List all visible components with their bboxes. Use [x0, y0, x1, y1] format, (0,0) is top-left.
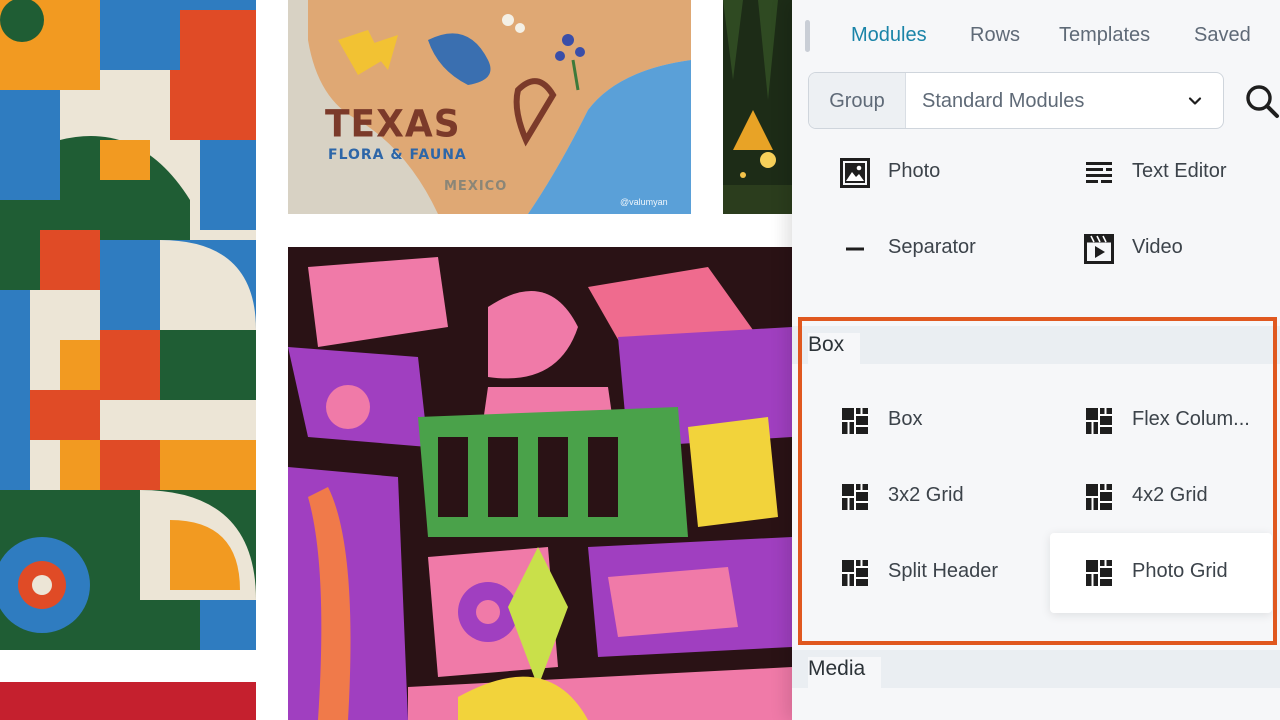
media-section-header: Media	[792, 650, 1280, 695]
module-photo[interactable]: Photo	[840, 158, 1060, 214]
tab-rows[interactable]: Rows	[970, 24, 1020, 47]
geometric-artwork-graphic	[0, 0, 256, 650]
texas-map-artwork-image[interactable]: TEXAS FLORA & FAUNA MEXICO @valumyan	[288, 0, 691, 214]
map-country-label: MEXICO	[444, 179, 508, 194]
map-credit: @valumyan	[620, 197, 668, 207]
text-editor-icon	[1086, 162, 1112, 183]
group-select[interactable]: Group Standard Modules	[808, 72, 1224, 129]
module-text-editor[interactable]: Text Editor	[1084, 158, 1280, 214]
campfire-graphic	[723, 0, 792, 214]
modules-panel: Modules Rows Templates Saved Group Stand…	[792, 0, 1280, 720]
separator-icon	[846, 247, 864, 251]
campfire-artwork-image[interactable]	[723, 0, 792, 214]
box-section-highlight	[798, 317, 1277, 645]
tab-saved[interactable]: Saved	[1194, 24, 1251, 47]
video-icon	[1084, 234, 1114, 264]
search-icon[interactable]	[1244, 82, 1280, 122]
geometric-artwork-image[interactable]	[0, 0, 256, 650]
red-artwork-image[interactable]	[0, 682, 256, 720]
group-select-value: Standard Modules	[922, 90, 1085, 112]
group-select-label: Group	[809, 73, 906, 128]
colorful-poster-artwork-image[interactable]	[288, 247, 792, 720]
tab-modules[interactable]: Modules	[851, 24, 927, 47]
map-title: TEXAS	[325, 102, 461, 147]
module-label: Text Editor	[1132, 160, 1227, 182]
module-label: Separator	[888, 236, 976, 258]
module-label: Video	[1132, 236, 1183, 258]
section-title: Media	[808, 657, 882, 695]
module-label: Photo	[888, 160, 941, 182]
tab-templates[interactable]: Templates	[1059, 24, 1150, 47]
page-canvas: TEXAS FLORA & FAUNA MEXICO @valumyan	[0, 0, 792, 720]
module-video[interactable]: Video	[1084, 234, 1280, 290]
chevron-down-icon	[1188, 97, 1202, 105]
map-subtitle: FLORA & FAUNA	[328, 147, 467, 163]
photo-icon	[840, 158, 870, 188]
poster-graphic	[288, 247, 792, 720]
panel-tabs: Modules Rows Templates Saved	[792, 0, 1280, 70]
module-separator[interactable]: Separator	[840, 234, 1060, 290]
